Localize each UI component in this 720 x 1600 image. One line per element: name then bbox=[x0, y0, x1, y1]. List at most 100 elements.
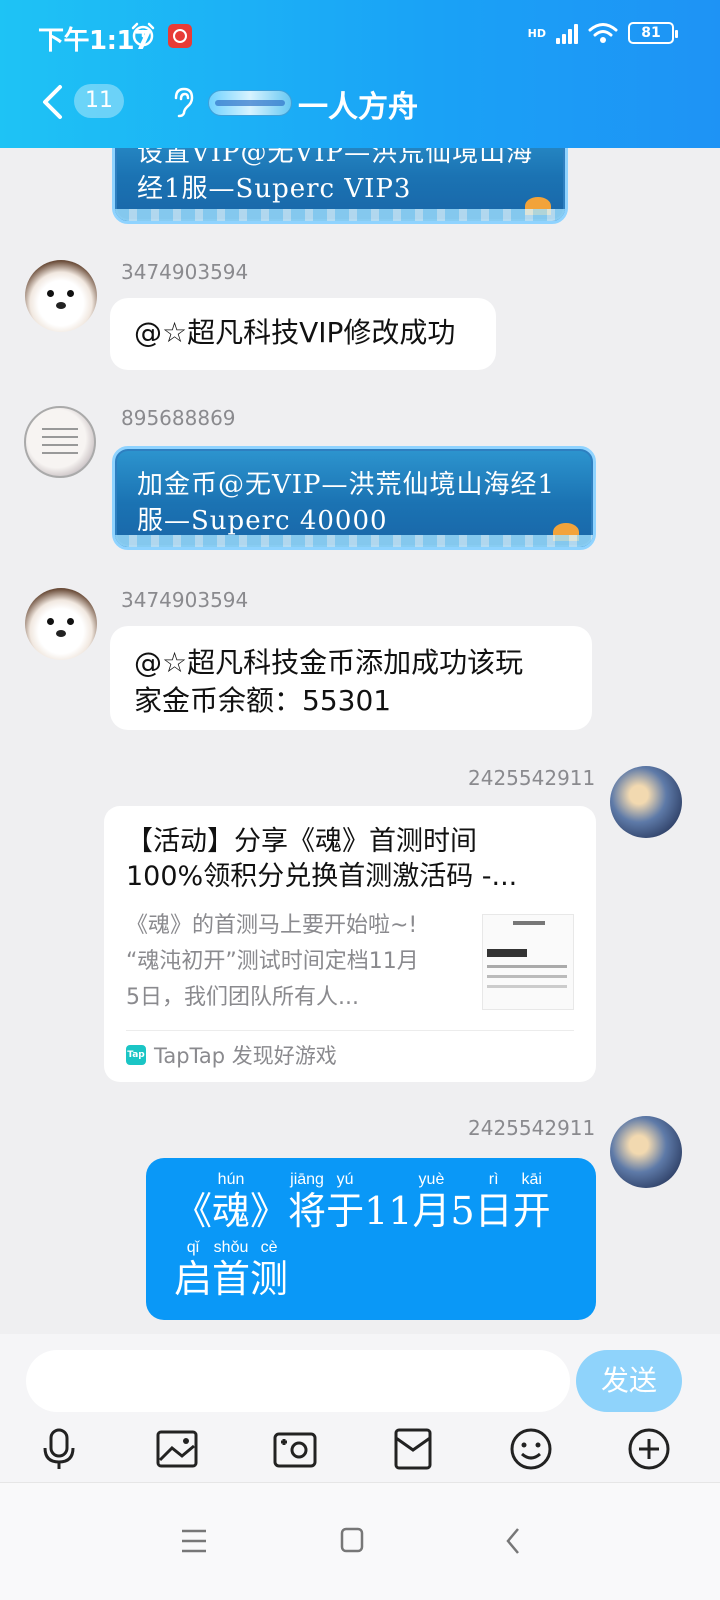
message-list[interactable]: 设置VIP@无VIP—洪荒仙境山海 经1服—Superc VIP3 347490… bbox=[0, 148, 720, 1360]
group-logo bbox=[208, 90, 292, 116]
avatar[interactable] bbox=[610, 766, 682, 838]
sender-id: 895688869 bbox=[121, 406, 236, 430]
ruby-char: shǒu 首 bbox=[212, 1238, 250, 1300]
hanzi: 》 bbox=[250, 1189, 289, 1233]
system-navigation-bar bbox=[0, 1482, 720, 1600]
unread-badge[interactable]: 11 bbox=[74, 84, 124, 118]
hanzi: 月 bbox=[412, 1189, 451, 1233]
decoration bbox=[525, 197, 551, 215]
plus-icon[interactable] bbox=[626, 1426, 672, 1472]
card-description: 《魂》的首测马上要开始啦~! “魂沌初开”测试时间定档11月 5日，我们团队所有… bbox=[126, 908, 458, 1016]
hanzi: 于 bbox=[326, 1189, 365, 1233]
home-icon[interactable] bbox=[332, 1523, 372, 1559]
message-input[interactable] bbox=[26, 1350, 570, 1412]
pinyin: jiāng bbox=[290, 1171, 324, 1188]
card-source-label: TapTap 发现好游戏 bbox=[154, 1044, 337, 1068]
message-line: 设置VIP@无VIP—洪荒仙境山海 bbox=[137, 148, 534, 168]
ruby-char: 》 bbox=[250, 1170, 288, 1232]
hanzi: 启 bbox=[174, 1257, 213, 1301]
hanzi: 测 bbox=[250, 1257, 289, 1301]
card-title: 【活动】分享《魂》首测时间 100%领积分兑换首测激活码 -... bbox=[126, 824, 574, 896]
hanzi: 《 bbox=[174, 1189, 213, 1233]
avatar[interactable] bbox=[25, 260, 97, 332]
chat-title: 一人方舟 bbox=[298, 90, 418, 125]
avatar[interactable] bbox=[24, 406, 96, 478]
sender-id: 2425542911 bbox=[468, 1116, 596, 1140]
alarm-icon bbox=[131, 22, 155, 47]
composer: 发送 bbox=[0, 1334, 720, 1482]
pinyin: cè bbox=[260, 1239, 278, 1256]
sender-id: 3474903594 bbox=[121, 588, 249, 612]
message-line: 《 hún 魂》 jiāng 将 yú 于 11 yuè 月 5 rì 日 kāi 开 bbox=[174, 1170, 551, 1232]
ruby-char: cè 测 bbox=[250, 1238, 288, 1300]
signal-icon bbox=[556, 22, 578, 44]
avatar[interactable] bbox=[25, 588, 97, 660]
ruby-char: rì 日 bbox=[475, 1170, 513, 1232]
hanzi: 开 bbox=[512, 1189, 551, 1233]
ruby-char: kāi 开 bbox=[513, 1170, 551, 1232]
card-source: Tap TapTap 发现好游戏 bbox=[126, 1040, 337, 1070]
message-bubble[interactable]: @☆超凡科技VIP修改成功 bbox=[110, 298, 496, 370]
pinyin: shǒu bbox=[213, 1239, 249, 1256]
battery-indicator: 81 bbox=[628, 22, 678, 44]
ruby-char: yuè 月 bbox=[412, 1170, 450, 1232]
card-desc-line: 《魂》的首测马上要开始啦~! bbox=[126, 913, 418, 938]
ruby-char: jiāng 将 bbox=[288, 1170, 326, 1232]
ear-icon[interactable] bbox=[168, 86, 196, 118]
card-title-line: 【活动】分享《魂》首测时间 bbox=[126, 826, 477, 857]
card-desc-line: “魂沌初开”测试时间定档11月 bbox=[126, 949, 419, 974]
image-icon[interactable] bbox=[154, 1426, 200, 1472]
network-type: HD bbox=[527, 26, 546, 40]
ruby-char: 5 bbox=[450, 1170, 474, 1232]
send-button[interactable]: 发送 bbox=[576, 1350, 682, 1412]
ruby-char: yú 于 bbox=[326, 1170, 364, 1232]
back-icon[interactable] bbox=[494, 1523, 534, 1559]
pinyin: kāi bbox=[521, 1171, 542, 1188]
chevron-left-icon bbox=[43, 85, 62, 119]
avatar[interactable] bbox=[610, 1116, 682, 1188]
sender-id: 2425542911 bbox=[468, 766, 596, 790]
ruby-char: hún 魂 bbox=[212, 1170, 250, 1232]
ruby-char: qǐ 启 bbox=[174, 1238, 212, 1300]
pinyin: qǐ bbox=[186, 1239, 200, 1256]
hanzi: 5 bbox=[450, 1189, 475, 1233]
chat-header: 下午1:17 HD 81 11 一人方舟 bbox=[0, 0, 720, 148]
message-text: @☆超凡科技VIP修改成功 bbox=[134, 316, 456, 349]
hanzi: 首 bbox=[212, 1257, 251, 1301]
decoration bbox=[553, 523, 579, 541]
ruby-char: 11 bbox=[364, 1170, 412, 1232]
message-line: 服—Superc 40000 bbox=[137, 506, 388, 536]
sender-id: 3474903594 bbox=[121, 260, 249, 284]
pinyin: rì bbox=[488, 1171, 499, 1188]
ruby-char: 《 bbox=[174, 1170, 212, 1232]
hanzi: 11 bbox=[364, 1189, 413, 1233]
message-bubble[interactable]: 《 hún 魂》 jiāng 将 yú 于 11 yuè 月 5 rì 日 kāi 开 qǐ 启 shǒu 首 cè… bbox=[146, 1158, 596, 1320]
card-title-line: 100%领积分兑换首测激活码 -... bbox=[126, 861, 518, 892]
message-line: 家金币余额：55301 bbox=[134, 684, 392, 717]
message-line: 加金币@无VIP—洪荒仙境山海经1 bbox=[137, 470, 556, 500]
card-thumbnail bbox=[482, 914, 574, 1010]
message-bubble[interactable]: @☆超凡科技金币添加成功该玩 家金币余额：55301 bbox=[110, 626, 592, 730]
message-line: @☆超凡科技金币添加成功该玩 bbox=[134, 646, 524, 679]
camera-icon[interactable] bbox=[272, 1426, 318, 1472]
message-bubble[interactable]: 加金币@无VIP—洪荒仙境山海经1 服—Superc 40000 bbox=[112, 446, 596, 550]
divider bbox=[126, 1030, 574, 1031]
back-button[interactable] bbox=[34, 80, 70, 124]
emoji-icon[interactable] bbox=[508, 1426, 554, 1472]
taptap-icon: Tap bbox=[126, 1045, 146, 1065]
microphone-icon[interactable] bbox=[36, 1426, 82, 1472]
composer-toolbar bbox=[0, 1426, 720, 1478]
wifi-icon bbox=[588, 23, 618, 43]
status-indicators: HD 81 bbox=[527, 22, 678, 44]
pinyin: yú bbox=[336, 1171, 354, 1188]
netease-music-icon bbox=[168, 24, 192, 48]
card-desc-line: 5日，我们团队所有人... bbox=[126, 985, 359, 1010]
message-bubble[interactable]: 设置VIP@无VIP—洪荒仙境山海 经1服—Superc VIP3 bbox=[112, 148, 568, 224]
message-line: qǐ 启 shǒu 首 cè 测 bbox=[174, 1238, 288, 1300]
menu-icon[interactable] bbox=[174, 1523, 214, 1559]
shared-link-card[interactable]: 【活动】分享《魂》首测时间 100%领积分兑换首测激活码 -... 《魂》的首测… bbox=[104, 806, 596, 1082]
red-packet-icon[interactable] bbox=[390, 1426, 436, 1472]
hanzi: 将 bbox=[288, 1189, 327, 1233]
message-line: 经1服—Superc VIP3 bbox=[137, 174, 412, 204]
hanzi: 日 bbox=[474, 1189, 513, 1233]
